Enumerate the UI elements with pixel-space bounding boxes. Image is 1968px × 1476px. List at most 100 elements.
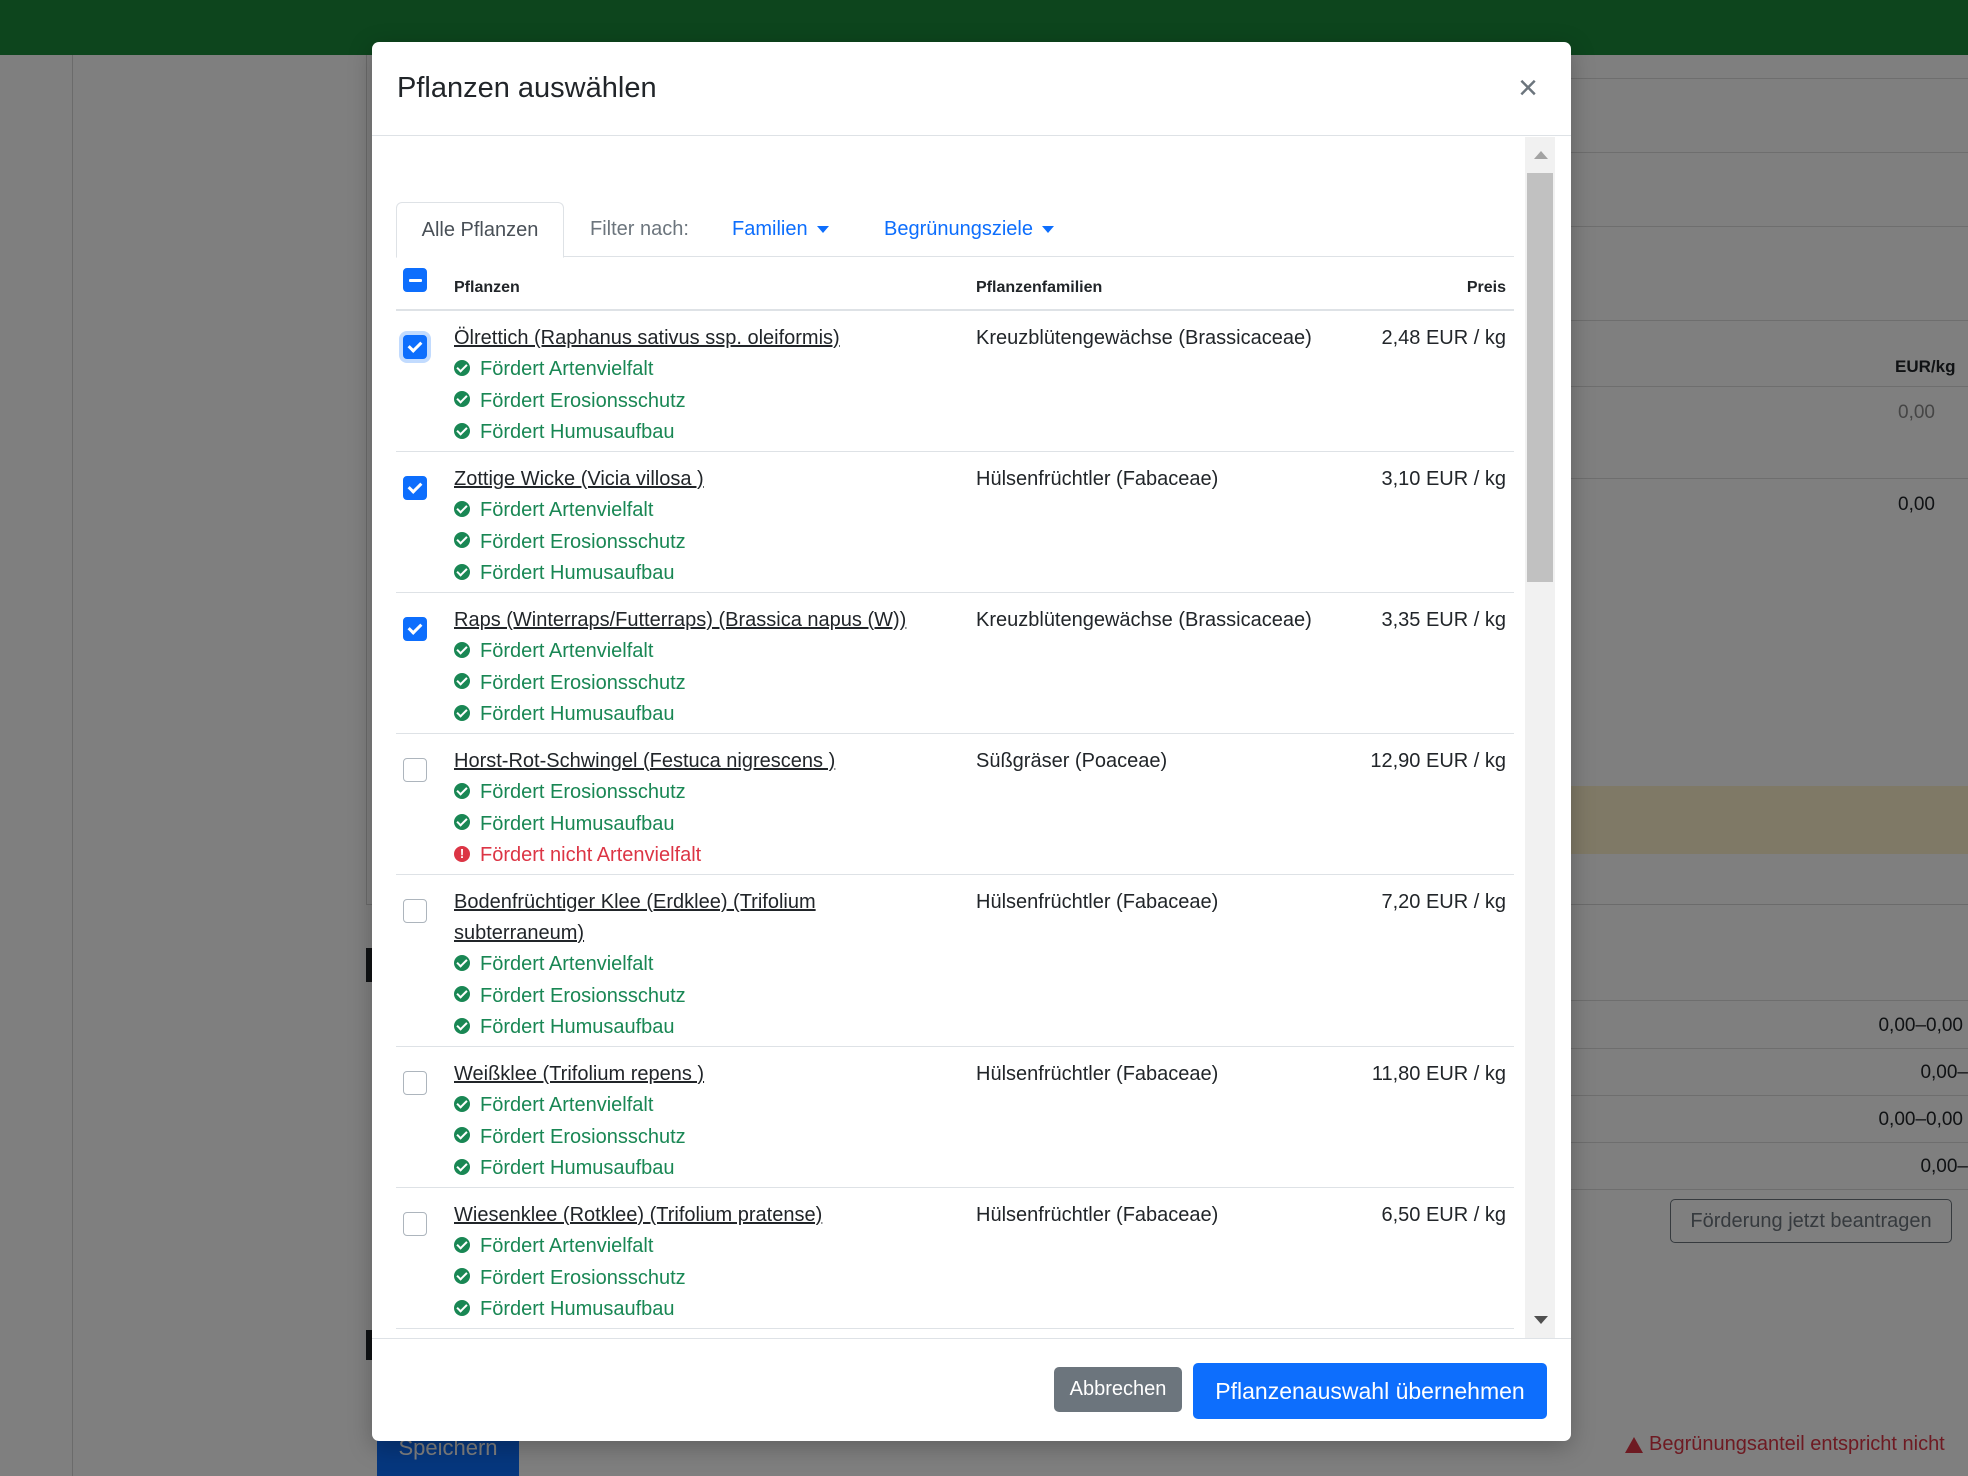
table-row[interactable]: Zottige Wicke (Vicia villosa ) Hülsenfrüc… xyxy=(396,452,1514,593)
goal-item: Fördert Erosionsschutz xyxy=(454,1122,686,1154)
goal-item: Fördert Artenvielfalt xyxy=(454,495,686,527)
modal-header: Pflanzen auswählen × xyxy=(372,42,1571,136)
goal-list: Fördert Artenvielfalt Fördert Erosionssch… xyxy=(454,636,686,731)
scroll-up-icon[interactable] xyxy=(1534,151,1548,159)
goal-text: Fördert Erosionsschutz xyxy=(480,984,686,1007)
goal-item: Fördert Humusaufbau xyxy=(454,1012,686,1044)
caret-down-icon xyxy=(1042,226,1054,233)
plant-checkbox[interactable] xyxy=(403,335,427,359)
goal-text: Fördert Artenvielfalt xyxy=(480,1094,654,1117)
plant-price: 11,80 EUR / kg xyxy=(1371,1063,1506,1085)
table-row[interactable]: Weißklee (Trifolium repens ) Hülsenfrücht… xyxy=(396,1047,1514,1188)
scrollbar-thumb[interactable] xyxy=(1527,173,1553,582)
apply-selection-button[interactable]: Pflanzenauswahl übernehmen xyxy=(1193,1363,1547,1419)
plant-price: 7,20 EUR / kg xyxy=(1381,891,1506,913)
goal-item: Fördert Humusaufbau xyxy=(454,1294,686,1326)
goal-text: Fördert Artenvielfalt xyxy=(480,358,654,381)
goal-item: Fördert Humusaufbau xyxy=(454,558,686,590)
plant-checkbox[interactable] xyxy=(403,617,427,641)
plant-price: 12,90 EUR / kg xyxy=(1370,750,1506,772)
modal-title: Pflanzen auswählen xyxy=(397,72,657,104)
goal-text: Fördert Erosionsschutz xyxy=(480,1125,686,1148)
check-circle-icon xyxy=(454,782,470,799)
plant-name-link[interactable]: Bodenfrüchtiger Klee (Erdklee) (Trifoliu… xyxy=(454,887,934,949)
check-circle-icon xyxy=(454,1158,470,1175)
plant-checkbox[interactable] xyxy=(403,1071,427,1095)
filter-label: Filter nach: xyxy=(590,218,689,240)
check-circle-icon xyxy=(454,986,470,1003)
goal-text: Fördert Erosionsschutz xyxy=(480,1266,686,1289)
plant-checkbox[interactable] xyxy=(403,899,427,923)
goal-text: Fördert Humusaufbau xyxy=(480,421,675,444)
goal-item: Fördert Humusaufbau xyxy=(454,417,686,449)
scrollbar[interactable] xyxy=(1525,137,1555,1338)
goal-text: Fördert Erosionsschutz xyxy=(480,671,686,694)
goal-text: Fördert Humusaufbau xyxy=(480,703,675,726)
tab-all-plants[interactable]: Alle Pflanzen xyxy=(396,202,564,258)
check-circle-icon xyxy=(454,500,470,517)
plant-checkbox[interactable] xyxy=(403,476,427,500)
plant-checkbox[interactable] xyxy=(403,1212,427,1236)
table-row[interactable]: Horst-Rot-Schwingel (Festuca nigrescens … xyxy=(396,734,1514,875)
check-circle-icon xyxy=(454,359,470,376)
goal-item: Fördert Humusaufbau xyxy=(454,699,686,731)
families-dropdown[interactable]: Familien xyxy=(732,202,829,257)
plant-family: Süßgräser (Poaceae) xyxy=(976,750,1168,772)
modal-footer: Abbrechen Pflanzenauswahl übernehmen xyxy=(372,1338,1571,1441)
goal-text: Fördert Humusaufbau xyxy=(480,1157,675,1180)
check-circle-icon xyxy=(454,1268,470,1285)
families-dropdown-label: Familien xyxy=(732,218,808,240)
table-row[interactable]: Raps (Winterraps/Futterraps) (Brassica n… xyxy=(396,593,1514,734)
table-header: Pflanzen Pflanzenfamilien Preis xyxy=(396,257,1514,311)
check-circle-icon xyxy=(454,1095,470,1112)
plant-name-link[interactable]: Ölrettich (Raphanus sativus ssp. oleifor… xyxy=(454,323,934,354)
check-circle-icon xyxy=(454,563,470,580)
check-circle-icon xyxy=(454,954,470,971)
select-all-checkbox[interactable] xyxy=(403,268,427,292)
close-icon[interactable]: × xyxy=(1510,70,1546,106)
goal-list: Fördert Artenvielfalt Fördert Erosionssch… xyxy=(454,354,686,449)
goal-text: Fördert nicht Artenvielfalt xyxy=(480,844,702,867)
plant-name-link[interactable]: Horst-Rot-Schwingel (Festuca nigrescens … xyxy=(454,746,934,777)
check-circle-icon xyxy=(454,673,470,690)
plant-selection-modal: Pflanzen auswählen × Alle Pflanzen Filte… xyxy=(372,42,1571,1441)
plant-price: 3,35 EUR / kg xyxy=(1381,609,1506,631)
plant-family: Kreuzblütengewächse (Brassicaceae) xyxy=(976,327,1312,349)
table-row[interactable]: Ölrettich (Raphanus sativus ssp. oleifor… xyxy=(396,311,1514,452)
column-header-plants: Pflanzen xyxy=(454,279,520,296)
check-circle-icon xyxy=(454,814,470,831)
plant-price: 6,50 EUR / kg xyxy=(1381,1204,1506,1226)
goal-text: Fördert Artenvielfalt xyxy=(480,499,654,522)
goal-list: Fördert Artenvielfalt Fördert Erosionssch… xyxy=(454,495,686,590)
goals-dropdown[interactable]: Begrünungsziele xyxy=(884,202,1054,257)
plant-name-link[interactable]: Wiesenklee (Rotklee) (Trifolium pratense… xyxy=(454,1200,934,1231)
check-circle-icon xyxy=(454,1236,470,1253)
caret-down-icon xyxy=(816,226,829,233)
plant-name-link[interactable]: Zottige Wicke (Vicia villosa ) xyxy=(454,464,934,495)
plant-name-link[interactable]: Weißklee (Trifolium repens ) xyxy=(454,1059,934,1090)
table-row[interactable]: Wiesenklee (Rotklee) (Trifolium pratense… xyxy=(396,1188,1514,1329)
goal-item: Fördert Artenvielfalt xyxy=(454,1090,686,1122)
plant-checkbox[interactable] xyxy=(403,758,427,782)
goal-item: Fördert Erosionsschutz xyxy=(454,386,686,418)
cancel-button[interactable]: Abbrechen xyxy=(1054,1367,1182,1412)
goal-list: Fördert Artenvielfalt Fördert Erosionssch… xyxy=(454,949,686,1044)
modal-body[interactable]: Alle Pflanzen Filter nach: Familien Begr… xyxy=(372,137,1571,1338)
goal-text: Fördert Artenvielfalt xyxy=(480,1235,654,1258)
plant-family: Hülsenfrüchtler (Fabaceae) xyxy=(976,1063,1219,1085)
scroll-down-icon[interactable] xyxy=(1534,1316,1548,1324)
goal-text: Fördert Artenvielfalt xyxy=(480,953,654,976)
table-row[interactable]: Wilde Malve (Malva sylvestris)Malvengewä… xyxy=(396,1329,1514,1338)
filter-tabs: Alle Pflanzen Filter nach: Familien Begr… xyxy=(396,202,1514,258)
plant-name-link[interactable]: Raps (Winterraps/Futterraps) (Brassica n… xyxy=(454,605,934,636)
goal-item: Fördert Artenvielfalt xyxy=(454,1231,686,1263)
goal-item: Fördert nicht Artenvielfalt xyxy=(454,840,701,872)
table-row[interactable]: Bodenfrüchtiger Klee (Erdklee) (Trifoliu… xyxy=(396,875,1514,1047)
plant-price: 3,10 EUR / kg xyxy=(1381,468,1506,490)
plant-family: Hülsenfrüchtler (Fabaceae) xyxy=(976,891,1219,913)
goal-text: Fördert Erosionsschutz xyxy=(480,530,686,553)
column-header-families: Pflanzenfamilien xyxy=(976,279,1103,296)
goal-item: Fördert Humusaufbau xyxy=(454,1153,686,1185)
goal-list: Fördert Erosionsschutz Fördert Humusaufba… xyxy=(454,777,701,872)
plant-family: Hülsenfrüchtler (Fabaceae) xyxy=(976,468,1219,490)
